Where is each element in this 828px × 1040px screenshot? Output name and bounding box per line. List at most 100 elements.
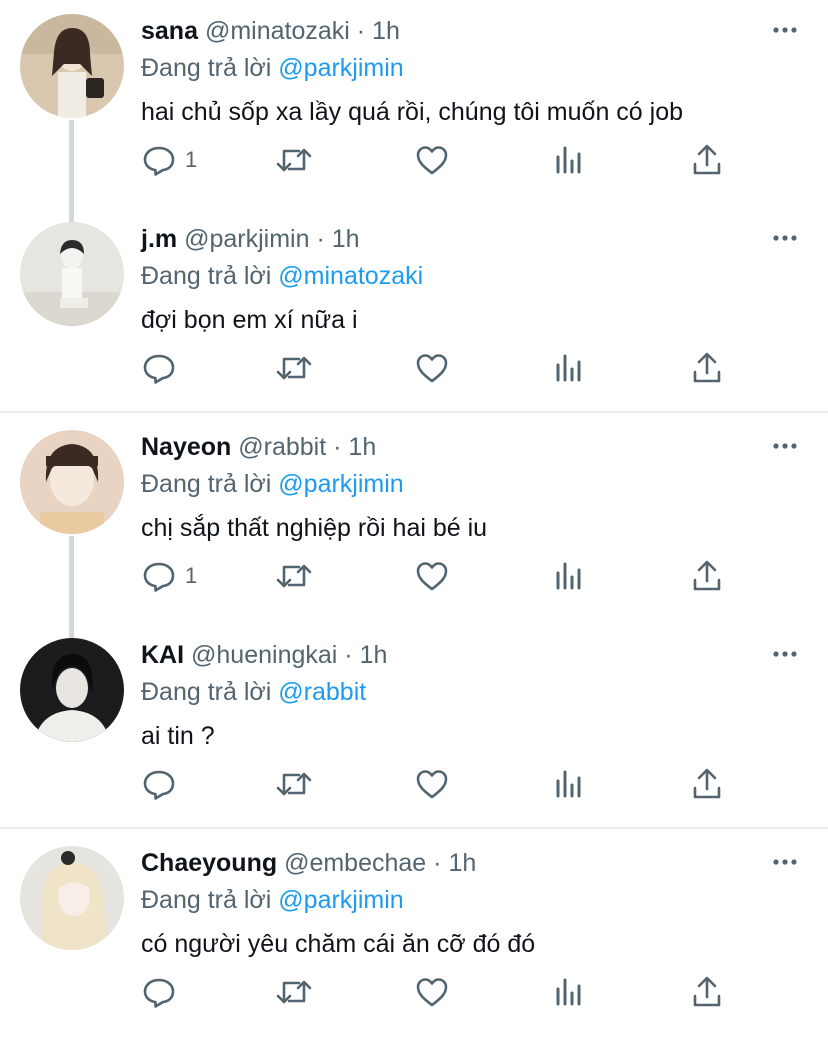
share-button[interactable]: [691, 972, 723, 1012]
tweet[interactable]: Nayeon @rabbit · 1h Đang trả lời @parkji…: [0, 416, 828, 624]
avatar[interactable]: [20, 638, 124, 742]
display-name[interactable]: j.m: [141, 225, 177, 253]
reply-button[interactable]: [141, 972, 185, 1012]
views-icon: [556, 770, 581, 798]
reply-icon: [143, 562, 175, 592]
action-bar: [141, 764, 741, 804]
share-button[interactable]: [691, 556, 723, 596]
retweet-icon: [276, 772, 312, 796]
heart-icon: [416, 354, 448, 383]
mention-link[interactable]: @parkjimin: [278, 886, 403, 914]
retweet-icon: [276, 980, 312, 1004]
heart-icon: [416, 978, 448, 1007]
reply-button[interactable]: [141, 764, 185, 804]
replying-to-label: Đang trả lời: [141, 886, 272, 914]
share-button[interactable]: [691, 140, 723, 180]
tweet[interactable]: Chaeyoung @embechae · 1h Đang trả lời @p…: [0, 832, 828, 1040]
user-handle[interactable]: @minatozaki: [205, 17, 350, 45]
timestamp[interactable]: 1h: [360, 641, 388, 669]
timestamp[interactable]: 1h: [372, 17, 400, 45]
tweet-text: có người yêu chăm cái ăn cỡ đó đó: [141, 930, 536, 958]
views-icon: [556, 562, 581, 590]
avatar[interactable]: [20, 846, 124, 950]
action-bar: 1: [141, 556, 741, 596]
views-button[interactable]: [554, 764, 586, 804]
reply-icon: [143, 770, 175, 800]
like-button[interactable]: [414, 972, 450, 1012]
tweet-text: chị sắp thất nghiệp rồi hai bé iu: [141, 514, 488, 542]
like-button[interactable]: [414, 348, 450, 388]
views-icon: [556, 146, 581, 174]
tweet[interactable]: KAI @hueningkai · 1h Đang trả lời @rabbi…: [0, 624, 828, 832]
share-icon: [693, 768, 721, 799]
views-button[interactable]: [554, 348, 586, 388]
display-name[interactable]: KAI: [141, 641, 184, 669]
replying-to-line: Đang trả lời @minatozaki: [141, 259, 423, 293]
replying-to-line: Đang trả lời @parkjimin: [141, 51, 404, 85]
action-bar: [141, 972, 741, 1012]
like-button[interactable]: [414, 764, 450, 804]
retweet-button[interactable]: [275, 348, 313, 388]
retweet-button[interactable]: [275, 140, 313, 180]
timestamp[interactable]: 1h: [448, 849, 476, 877]
views-button[interactable]: [554, 140, 586, 180]
share-button[interactable]: [691, 764, 723, 804]
tweet-text: ai tin ?: [141, 722, 215, 750]
user-handle[interactable]: @rabbit: [238, 433, 326, 461]
more-icon[interactable]: [772, 22, 798, 38]
replying-to-line: Đang trả lời @parkjimin: [141, 467, 404, 501]
avatar[interactable]: [20, 430, 124, 534]
replying-to-line: Đang trả lời @rabbit: [141, 675, 366, 709]
user-handle[interactable]: @parkjimin: [184, 225, 309, 253]
mention-link[interactable]: @parkjimin: [278, 54, 403, 82]
separator-dot: ·: [344, 641, 353, 669]
tweet-text: hai chủ sốp xa lầy quá rồi, chúng tôi mu…: [141, 98, 684, 126]
heart-icon: [416, 562, 448, 591]
separator-dot: ·: [433, 849, 442, 877]
display-name[interactable]: sana: [141, 17, 198, 45]
timestamp[interactable]: 1h: [332, 225, 360, 253]
retweet-button[interactable]: [275, 764, 313, 804]
reply-button[interactable]: 1: [141, 556, 197, 596]
tweet[interactable]: j.m @parkjimin · 1h Đang trả lời @minato…: [0, 208, 828, 416]
heart-icon: [416, 146, 448, 175]
user-handle[interactable]: @hueningkai: [191, 641, 337, 669]
reply-button[interactable]: [141, 348, 185, 388]
like-button[interactable]: [414, 556, 450, 596]
retweet-icon: [276, 148, 312, 172]
separator-dot: ·: [356, 17, 366, 45]
views-button[interactable]: [554, 556, 586, 596]
more-icon[interactable]: [772, 646, 798, 662]
retweet-button[interactable]: [275, 556, 313, 596]
avatar[interactable]: [20, 14, 124, 118]
tweet-header: Nayeon @rabbit · 1h: [141, 430, 376, 464]
tweet-header: Chaeyoung @embechae · 1h: [141, 846, 476, 880]
tweet-header: sana @minatozaki · 1h: [141, 14, 400, 48]
replying-to-line: Đang trả lời @parkjimin: [141, 883, 404, 917]
views-button[interactable]: [554, 972, 586, 1012]
reply-button[interactable]: 1: [141, 140, 197, 180]
display-name[interactable]: Nayeon: [141, 433, 231, 461]
mention-link[interactable]: @minatozaki: [278, 262, 423, 290]
replying-to-label: Đang trả lời: [141, 678, 272, 706]
mention-link[interactable]: @parkjimin: [278, 470, 403, 498]
tweet[interactable]: sana @minatozaki · 1h Đang trả lời @park…: [0, 0, 828, 208]
retweet-button[interactable]: [275, 972, 313, 1012]
replying-to-label: Đang trả lời: [141, 54, 272, 82]
separator-dot: ·: [333, 433, 342, 461]
more-icon[interactable]: [772, 854, 798, 870]
mention-link[interactable]: @rabbit: [278, 678, 366, 706]
replying-to-label: Đang trả lời: [141, 470, 272, 498]
heart-icon: [416, 770, 448, 799]
share-button[interactable]: [691, 348, 723, 388]
retweet-icon: [276, 356, 312, 380]
user-handle[interactable]: @embechae: [284, 849, 426, 877]
like-button[interactable]: [414, 140, 450, 180]
reply-count: 1: [185, 563, 198, 588]
timestamp[interactable]: 1h: [348, 433, 376, 461]
share-icon: [693, 352, 721, 383]
more-icon[interactable]: [772, 230, 798, 246]
avatar[interactable]: [20, 222, 124, 326]
display-name[interactable]: Chaeyoung: [141, 849, 277, 877]
more-icon[interactable]: [772, 438, 798, 454]
